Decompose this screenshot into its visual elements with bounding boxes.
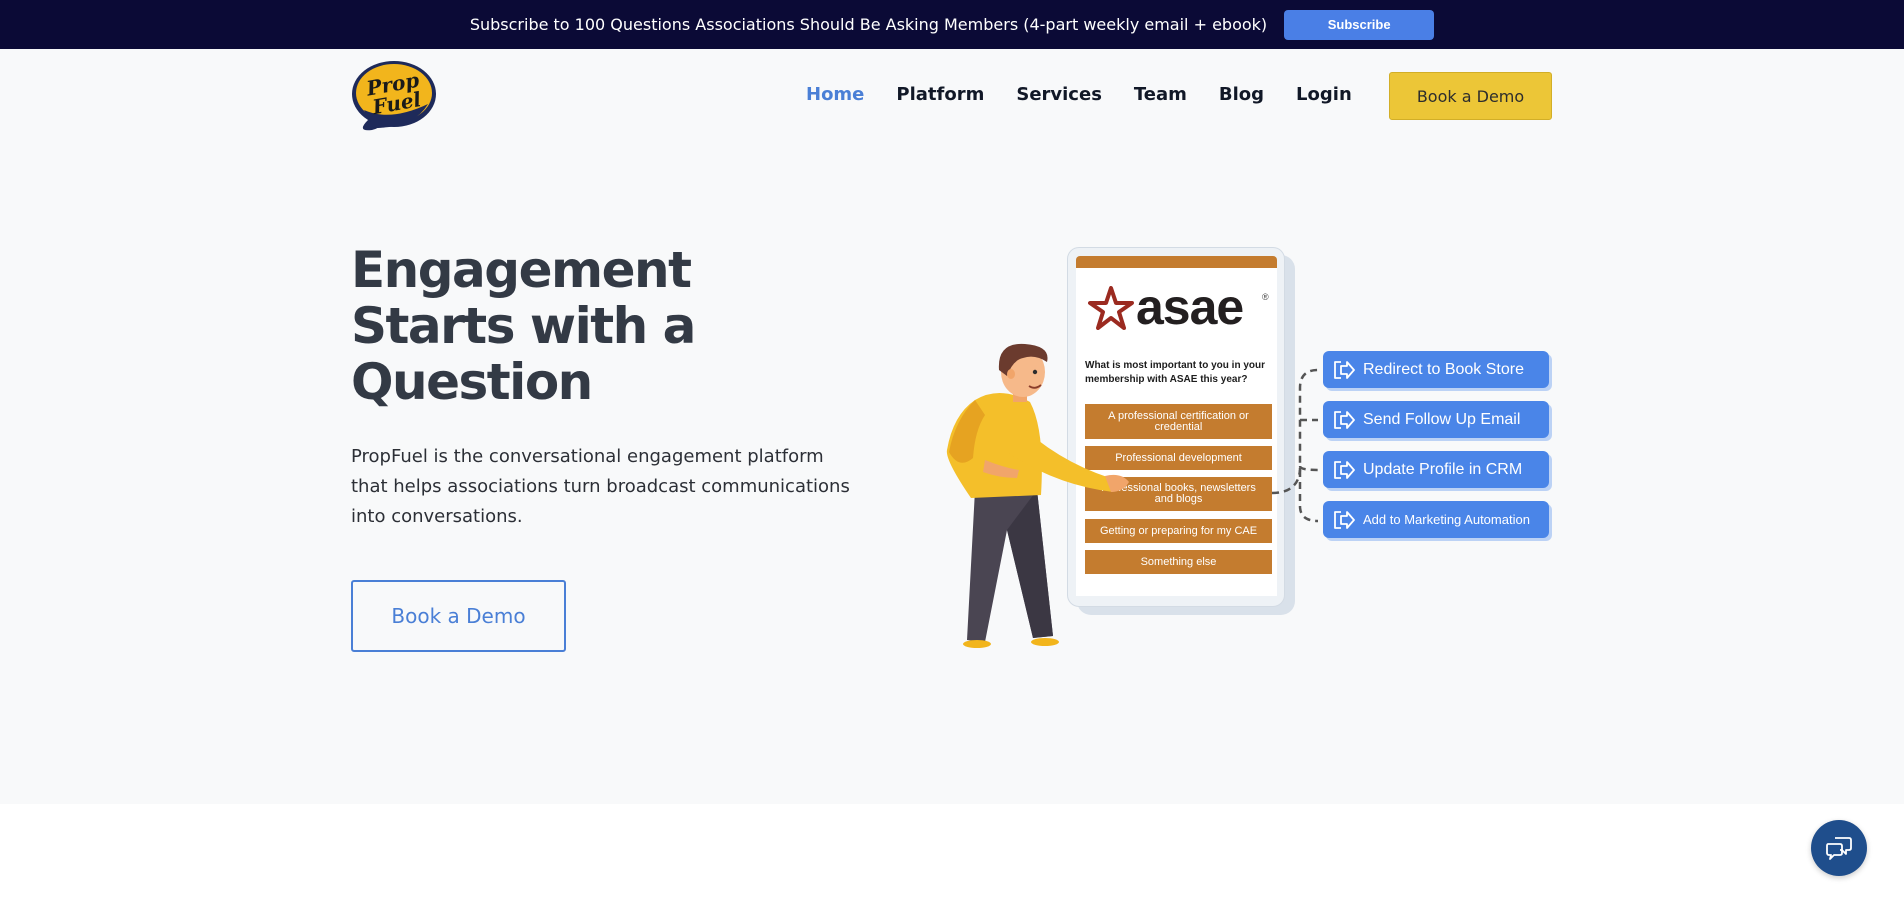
chat-bubbles-icon xyxy=(1826,837,1852,860)
action-update-profile-crm[interactable]: Update Profile in CRM xyxy=(1323,451,1549,488)
nav-login[interactable]: Login xyxy=(1296,84,1352,105)
redirect-arrow-icon xyxy=(1334,510,1355,529)
subscribe-banner: Subscribe to 100 Questions Associations … xyxy=(0,0,1904,49)
action-add-marketing-automation[interactable]: Add to Marketing Automation xyxy=(1323,501,1549,538)
dashed-connector xyxy=(1271,368,1319,523)
redirect-arrow-icon xyxy=(1334,460,1355,479)
asae-star-icon xyxy=(1088,286,1134,330)
action-label: Redirect to Book Store xyxy=(1363,360,1524,378)
nav-home[interactable]: Home xyxy=(806,84,864,105)
subscribe-button[interactable]: Subscribe xyxy=(1284,9,1435,40)
asae-registered-mark: ® xyxy=(1262,292,1269,302)
nav-team[interactable]: Team xyxy=(1134,84,1187,105)
book-demo-header-button[interactable]: Book a Demo xyxy=(1389,72,1552,120)
hero-headline: Engagement Starts with a Question xyxy=(351,242,811,410)
redirect-arrow-icon xyxy=(1334,360,1355,379)
nav-services[interactable]: Services xyxy=(1016,84,1102,105)
chat-widget-button[interactable] xyxy=(1811,820,1867,876)
phone-header-bar xyxy=(1076,256,1277,268)
person-pointing-illustration xyxy=(946,343,1129,648)
headline-line-1: Engagement xyxy=(351,241,692,299)
nav-platform[interactable]: Platform xyxy=(896,84,984,105)
headline-line-2: Starts with a xyxy=(351,297,696,355)
book-demo-hero-button[interactable]: Book a Demo xyxy=(351,580,566,652)
nav-blog[interactable]: Blog xyxy=(1219,84,1264,105)
redirect-arrow-icon xyxy=(1334,410,1355,429)
action-label: Update Profile in CRM xyxy=(1363,460,1523,478)
headline-line-3: Question xyxy=(351,353,593,411)
action-send-follow-up-email[interactable]: Send Follow Up Email xyxy=(1323,401,1549,438)
propfuel-logo[interactable]: Prop Fuel xyxy=(350,58,438,134)
action-redirect-book-store[interactable]: Redirect to Book Store xyxy=(1323,351,1549,388)
action-label: Add to Marketing Automation xyxy=(1363,512,1530,527)
asae-wordmark: asae xyxy=(1136,279,1244,335)
hero-subtext: PropFuel is the conversational engagemen… xyxy=(351,446,850,527)
banner-text: Subscribe to 100 Questions Associations … xyxy=(469,15,1268,34)
main-nav: Home Platform Services Team Blog Login xyxy=(806,84,1352,105)
action-label: Send Follow Up Email xyxy=(1363,410,1521,428)
